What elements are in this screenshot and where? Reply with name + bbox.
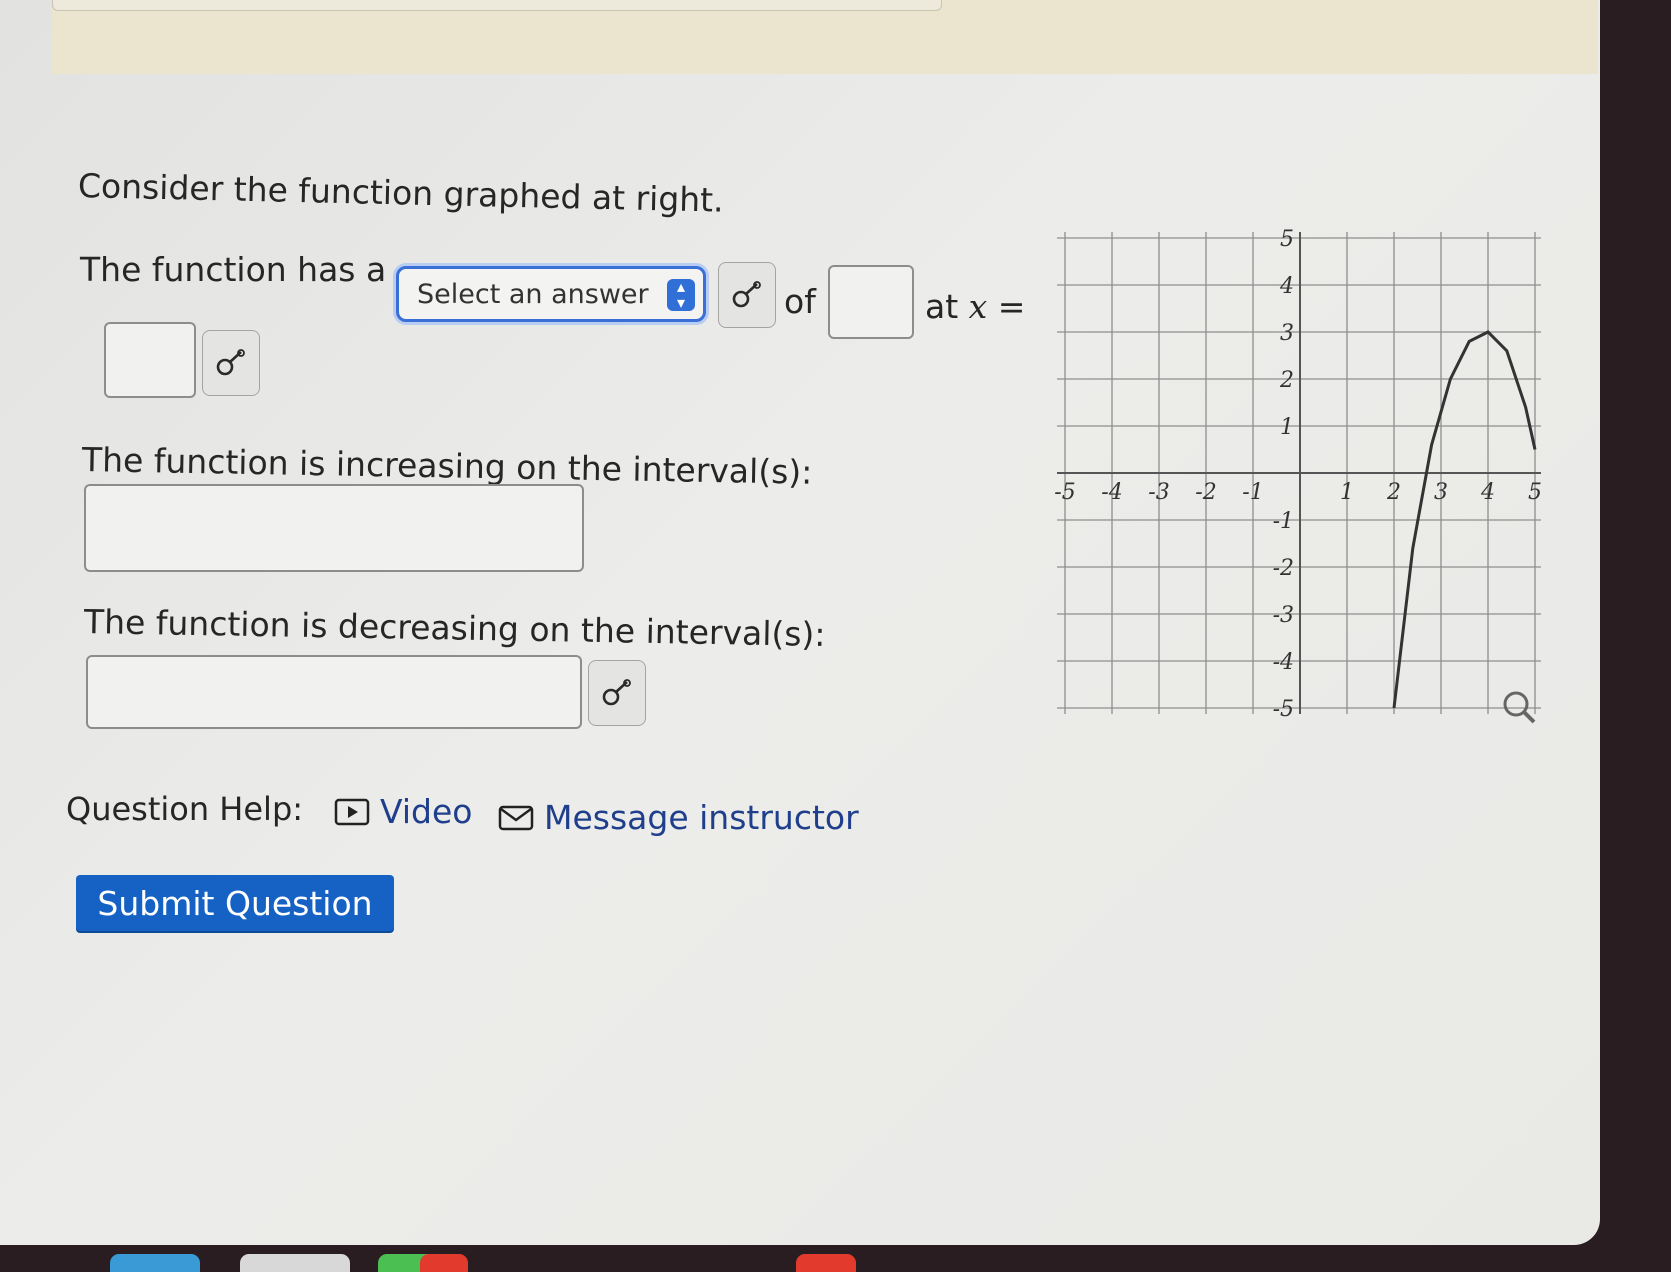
message-link-label: Message instructor	[544, 798, 859, 837]
select-placeholder: Select an answer	[417, 278, 649, 310]
y-tick-label: -3	[1273, 603, 1294, 628]
message-instructor-link[interactable]: Message instructor	[498, 798, 859, 837]
question-help-label: Question Help:	[66, 790, 304, 828]
q1-equals: =	[997, 287, 1026, 326]
extremum-value-input[interactable]	[828, 265, 914, 339]
dock-tab	[240, 1254, 350, 1272]
video-link-label: Video	[380, 792, 473, 831]
q1-at-text: at x =	[925, 287, 1025, 326]
increasing-interval-input[interactable]	[84, 484, 584, 572]
select-arrows-icon: ▴ ▾	[667, 279, 695, 311]
extremum-x-input[interactable]	[104, 322, 196, 398]
x-tick-label: -5	[1054, 480, 1075, 505]
extremum-type-select[interactable]: Select an answer ▴ ▾	[396, 266, 706, 322]
y-tick-label: 1	[1280, 415, 1294, 440]
function-graph: -5 -4 -3 -2 -1 1 2 3 4 5 5 4 3 2 1 -1 -2 -3 -4 -5	[1054, 228, 1542, 724]
question-intro: Consider the function graphed at right.	[77, 166, 725, 220]
x-tick-label: -3	[1148, 480, 1169, 505]
y-tick-label: 3	[1280, 321, 1294, 346]
q1-at-word: at	[925, 287, 959, 326]
question-content: Consider the function graphed at right. …	[0, 0, 1600, 1245]
y-tick-label: 5	[1280, 228, 1294, 252]
preview-icon	[216, 349, 245, 376]
preview-icon	[602, 679, 631, 706]
y-tick-label: -1	[1273, 509, 1294, 534]
decreasing-interval-input[interactable]	[86, 655, 582, 729]
y-tick-label: 4	[1279, 274, 1294, 299]
q1-of-text: of	[784, 282, 816, 321]
play-icon	[334, 798, 370, 825]
dock-tab	[796, 1254, 856, 1272]
envelope-icon	[498, 805, 534, 830]
graph-axes	[1057, 232, 1541, 714]
preview-icon	[732, 281, 761, 308]
x-tick-label: -4	[1101, 480, 1122, 505]
preview-button-1[interactable]	[718, 262, 776, 328]
x-tick-label: -1	[1242, 480, 1263, 505]
y-tick-label: -5	[1273, 697, 1294, 722]
dock-tab	[110, 1254, 200, 1272]
y-tick-label: -4	[1273, 650, 1294, 675]
q1-prefix: The function has a	[80, 250, 387, 289]
y-tick-label: 2	[1279, 368, 1294, 393]
q1-variable: x	[968, 287, 988, 326]
screen: Consider the function graphed at right. …	[0, 0, 1600, 1245]
x-tick-label: 4	[1480, 480, 1495, 505]
x-tick-label: 3	[1434, 480, 1448, 505]
x-tick-label: 5	[1528, 480, 1542, 505]
dock-tab	[420, 1254, 468, 1272]
y-tick-label: -2	[1273, 556, 1294, 581]
graph-tick-labels: -5 -4 -3 -2 -1 1 2 3 4 5 5 4 3 2 1 -1 -2 -3 -4 -5	[1054, 228, 1542, 722]
video-link[interactable]: Video	[334, 792, 472, 831]
x-tick-label: 1	[1340, 480, 1354, 505]
preview-button-2[interactable]	[202, 330, 260, 396]
decreasing-question: The function is decreasing on the interv…	[83, 602, 826, 654]
x-tick-label: 2	[1386, 480, 1401, 505]
submit-question-button[interactable]: Submit Question	[76, 875, 394, 931]
preview-button-3[interactable]	[588, 660, 646, 726]
x-tick-label: -2	[1195, 480, 1216, 505]
